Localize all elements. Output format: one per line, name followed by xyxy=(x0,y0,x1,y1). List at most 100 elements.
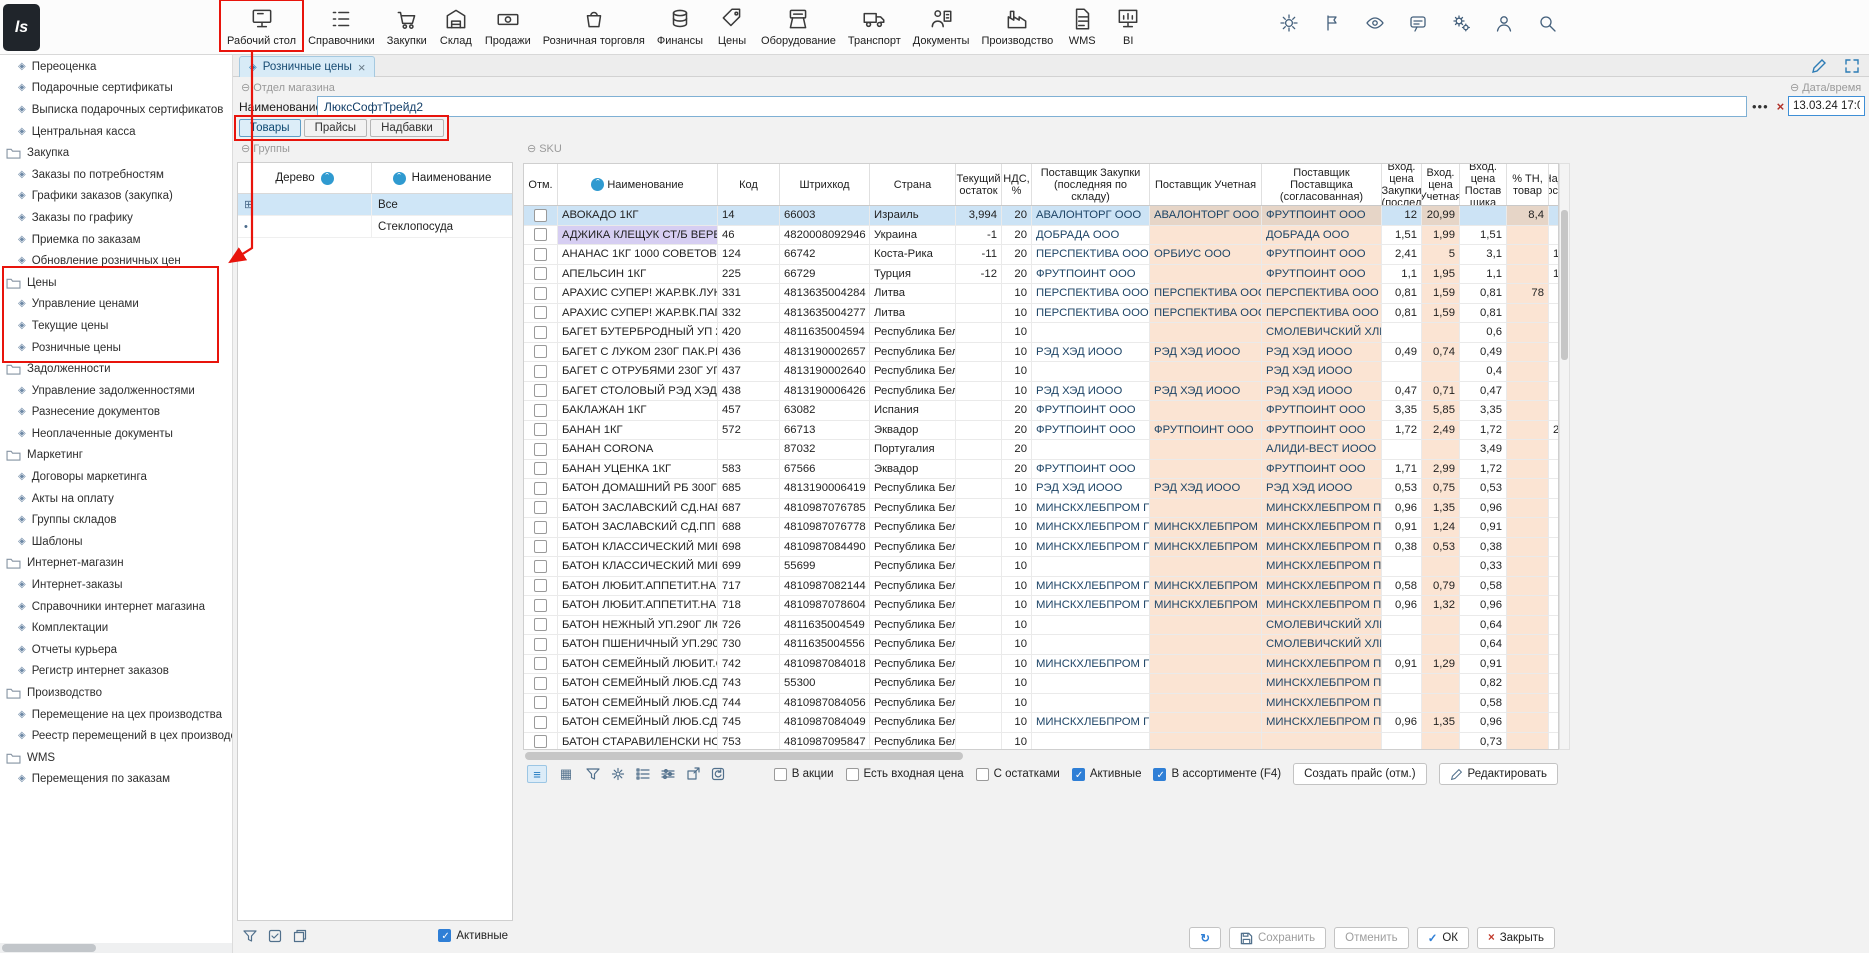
sidebar-item[interactable]: Интернет-заказы xyxy=(0,574,232,596)
row-checkbox[interactable] xyxy=(534,306,547,319)
table-row[interactable]: БАТОН СЕМЕЙНЫЙ ЛЮБ.СД.НАР.П 744 48109870… xyxy=(524,694,1559,714)
table-row[interactable]: БАТОН СТАРАВИЛЕНСКИ НОВ.ПП Х 753 4810987… xyxy=(524,733,1559,751)
collapse-icon[interactable] xyxy=(241,82,250,94)
table-row[interactable]: БАГЕТ СТОЛОВЫЙ РЭД ХЭД 250Г 438 48131900… xyxy=(524,382,1559,402)
scrollbar-thumb[interactable] xyxy=(1561,210,1568,360)
sidebar-item[interactable]: Акты на оплату xyxy=(0,488,232,510)
settings-icon[interactable] xyxy=(1451,13,1471,33)
row-checkbox[interactable] xyxy=(534,443,547,456)
tree-node-icon[interactable]: • xyxy=(244,221,248,233)
collapse-icon[interactable] xyxy=(527,143,536,155)
sidebar-item[interactable]: Интернет-магазин xyxy=(0,553,232,575)
sliders-icon[interactable] xyxy=(660,766,676,782)
row-checkbox[interactable] xyxy=(534,657,547,670)
toolbar-bi[interactable]: BI xyxy=(1105,1,1151,50)
sidebar-item[interactable]: Шаблоны xyxy=(0,531,232,553)
row-checkbox[interactable] xyxy=(534,560,547,573)
row-checkbox[interactable] xyxy=(534,326,547,339)
sidebar-item[interactable]: Управление задолженностями xyxy=(0,380,232,402)
column-header-stock[interactable]: Текущий остаток xyxy=(956,164,1002,205)
table-row[interactable]: БАКЛАЖАН 1КГ 457 63082 Испания 20 ФРУТПО… xyxy=(524,401,1559,421)
eye-icon[interactable] xyxy=(1365,13,1385,33)
tree-node-icon[interactable]: ⊞ xyxy=(244,198,253,211)
table-row[interactable]: АВОКАДО 1КГ 14 66003 Израиль 3,994 20 АВ… xyxy=(524,206,1559,226)
list-view-icon[interactable]: ≡ xyxy=(527,765,547,783)
checkbox[interactable] xyxy=(438,929,451,942)
sidebar-item[interactable]: Комплектации xyxy=(0,617,232,639)
toolbar-purchases[interactable]: Закупки xyxy=(381,1,433,50)
table-row[interactable]: АРАХИС СУПЕР! ЖАР.ВК.ПАПРИКИ 332 4813635… xyxy=(524,304,1559,324)
search-icon[interactable] xyxy=(1537,13,1557,33)
column-header-price-account[interactable]: Вход. цена Учетная xyxy=(1422,164,1460,205)
column-header-name[interactable]: Наименование xyxy=(372,163,512,193)
row-checkbox[interactable] xyxy=(534,677,547,690)
row-checkbox[interactable] xyxy=(534,228,547,241)
table-row[interactable]: БАТОН ЛЮБИТ.АППЕТИТ.НАР.ПАК.2 717 481098… xyxy=(524,577,1559,597)
edit-icon[interactable] xyxy=(1811,58,1827,74)
groups-active-filter[interactable]: Активные xyxy=(438,929,508,942)
row-checkbox[interactable] xyxy=(534,638,547,651)
grid-view-icon[interactable]: ▦ xyxy=(556,765,576,783)
row-checkbox[interactable] xyxy=(534,462,547,475)
sidebar-item[interactable]: Неоплаченные документы xyxy=(0,423,232,445)
table-row[interactable]: БАГЕТ С ОТРУБЯМИ 230Г УПАК.РЭД 437 48131… xyxy=(524,362,1559,382)
toolbar-finance[interactable]: Финансы xyxy=(651,1,709,50)
row-checkbox[interactable] xyxy=(534,735,547,748)
sidebar-item[interactable]: Отчеты курьера xyxy=(0,639,232,661)
row-checkbox[interactable] xyxy=(534,579,547,592)
sort-asc-icon[interactable] xyxy=(393,172,406,185)
row-checkbox[interactable] xyxy=(534,287,547,300)
scrollbar-thumb[interactable] xyxy=(525,752,963,760)
create-pricelist-button[interactable]: Создать прайс (отм.) xyxy=(1293,763,1426,785)
refresh-button[interactable]: ↻ xyxy=(1189,927,1221,949)
table-row[interactable]: БАНАН CORONA 87032 Португалия 20 АЛИДИ-В… xyxy=(524,440,1559,460)
row-checkbox[interactable] xyxy=(534,599,547,612)
column-header-vat[interactable]: НДС, % xyxy=(1002,164,1032,205)
row-checkbox[interactable] xyxy=(534,209,547,222)
collapse-icon[interactable] xyxy=(1790,82,1799,94)
table-row[interactable]: БАТОН ЛЮБИТ.АППЕТИТ.НАР.ПАК. 718 4810987… xyxy=(524,596,1559,616)
tab-markups[interactable]: Надбавки xyxy=(370,119,444,137)
sidebar-item[interactable]: Группы складов xyxy=(0,509,232,531)
close-tab-icon[interactable]: × xyxy=(358,60,366,75)
toolbar-sales[interactable]: Продажи xyxy=(479,1,537,50)
table-row[interactable]: БАТОН ДОМАШНИЙ РБ 300Г 685 4813190006419… xyxy=(524,479,1559,499)
sidebar-item[interactable]: Обновление розничных цен xyxy=(0,250,232,272)
close-button[interactable]: ×Закрыть xyxy=(1477,927,1555,949)
collapse-icon[interactable] xyxy=(241,143,250,155)
sidebar-item[interactable]: Заказы по графику xyxy=(0,207,232,229)
table-row[interactable]: БАТОН ЗАСЛАВСКИЙ СД.НАР.ПАК. 687 4810987… xyxy=(524,499,1559,519)
sidebar-item[interactable]: Подарочные сертификаты xyxy=(0,78,232,100)
toolbar-production[interactable]: Производство xyxy=(975,1,1059,50)
column-header-tree[interactable]: Дерево xyxy=(238,163,372,193)
sidebar-item[interactable]: Заказы по потребностям xyxy=(0,164,232,186)
table-row[interactable]: БАНАН УЦЕНКА 1КГ 583 67566 Эквадор 20 ФР… xyxy=(524,460,1559,480)
row-checkbox[interactable] xyxy=(534,248,547,261)
gear-icon[interactable] xyxy=(610,766,626,782)
row-checkbox[interactable] xyxy=(534,384,547,397)
sidebar-item[interactable]: Выписка подарочных сертификатов xyxy=(0,99,232,121)
row-checkbox[interactable] xyxy=(534,423,547,436)
clear-field-icon[interactable]: × xyxy=(1777,99,1785,114)
table-row[interactable]: АНАНАС 1КГ 1000 СОВЕТОВ ДАЧНИ 124 66742 … xyxy=(524,245,1559,265)
sidebar-item[interactable]: Графики заказов (закупка) xyxy=(0,186,232,208)
table-row[interactable]: АРАХИС СУПЕР! ЖАР.ВК.ЛУКА 90Г С 331 4813… xyxy=(524,284,1559,304)
row-checkbox[interactable] xyxy=(534,267,547,280)
copy-icon[interactable] xyxy=(292,928,308,944)
row-checkbox[interactable] xyxy=(534,404,547,417)
row-checkbox[interactable] xyxy=(534,365,547,378)
numbered-list-icon[interactable] xyxy=(635,766,651,782)
table-row[interactable]: БАТОН КЛАССИЧЕСКИЙ МИНИ ПП 698 481098708… xyxy=(524,538,1559,558)
sidebar-item[interactable]: Текущие цены xyxy=(0,315,232,337)
sidebar-item[interactable]: Договоры маркетинга xyxy=(0,466,232,488)
filter-has-price[interactable]: Есть входная цена xyxy=(846,768,964,781)
feedback-icon[interactable] xyxy=(1408,13,1428,33)
filter-icon[interactable] xyxy=(585,766,601,782)
scrollbar-thumb[interactable] xyxy=(2,944,96,952)
filter-promo[interactable]: В акции xyxy=(774,768,834,781)
sidebar-item[interactable]: Розничные цены xyxy=(0,337,232,359)
row-checkbox[interactable] xyxy=(534,696,547,709)
toolbar-desktop[interactable]: Рабочий стол xyxy=(221,1,302,50)
column-header-supplier-account[interactable]: Поставщик Учетная xyxy=(1150,164,1262,205)
toolbar-references[interactable]: Справочники xyxy=(302,1,381,50)
